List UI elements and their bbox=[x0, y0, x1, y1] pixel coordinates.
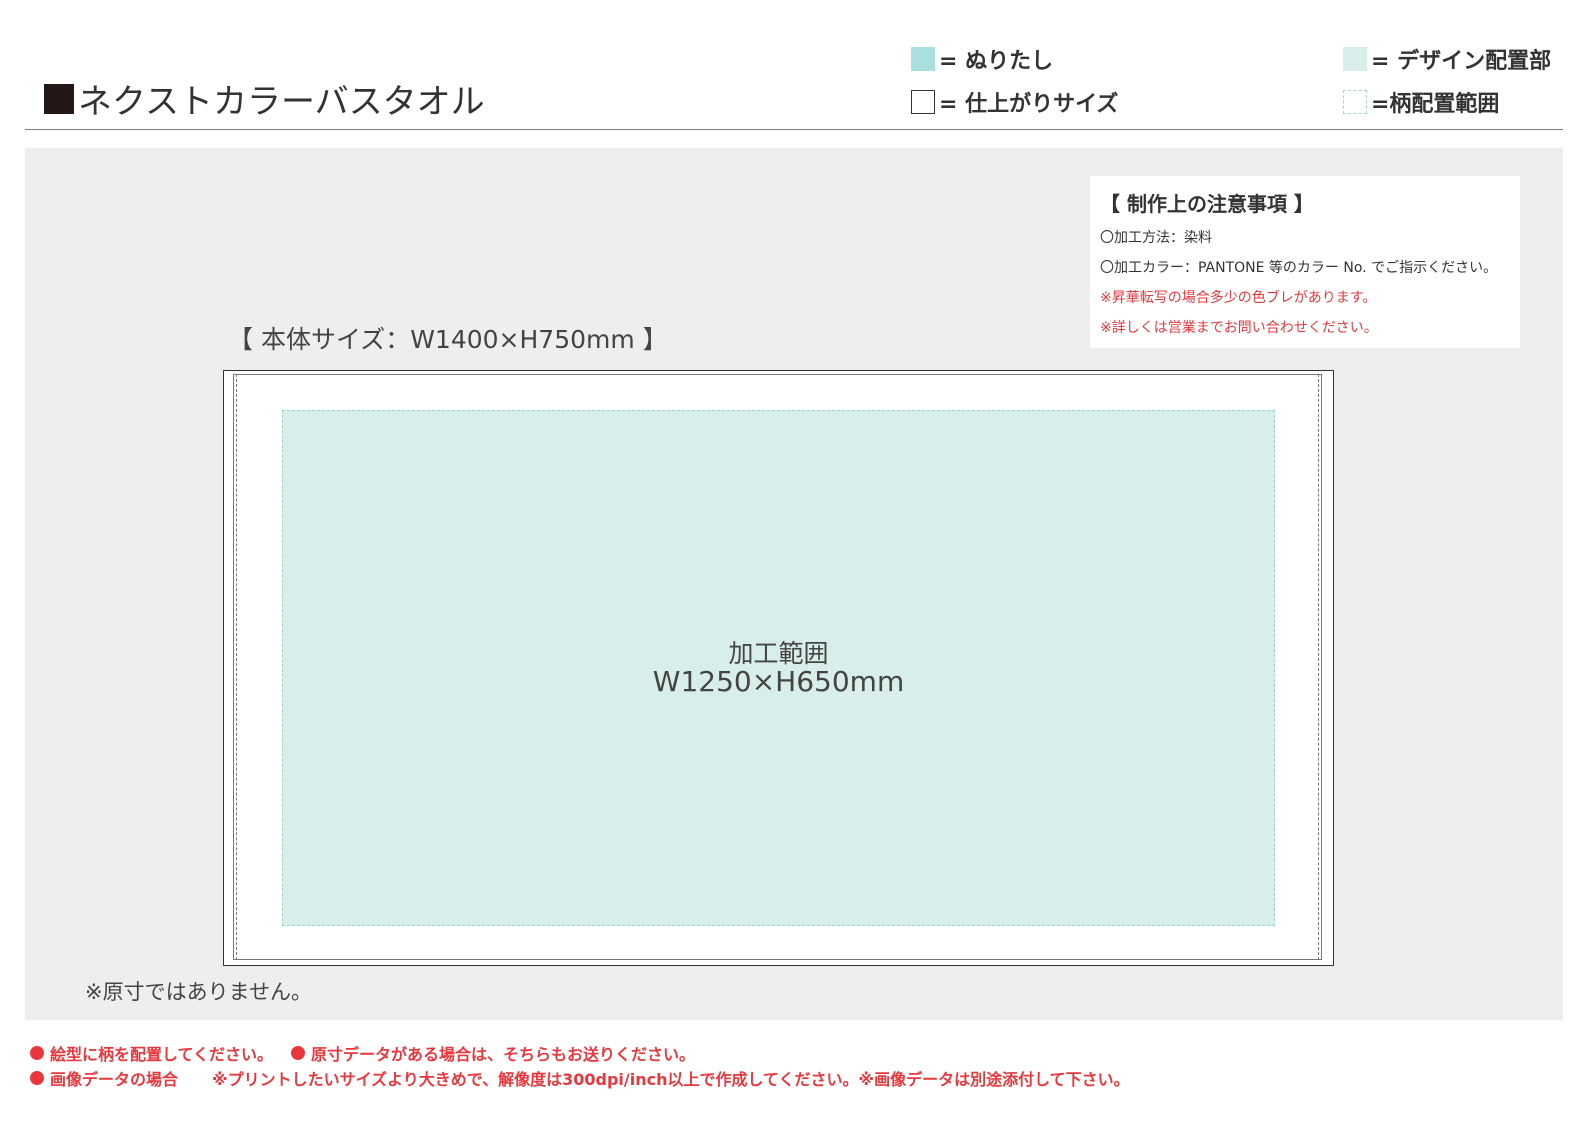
design-area-size: W1250×H650mm bbox=[652, 664, 905, 698]
footer-line-2: 画像データの場合 ※プリントしたいサイズより大きめで、解像度は300dpi/in… bbox=[30, 1066, 1130, 1090]
footer-instruction-original-data: 原寸データがある場合は、そちらもお送りください。 bbox=[311, 1045, 696, 1064]
notes-line-method: 〇加工方法：染料 bbox=[1100, 230, 1212, 246]
design-area[interactable]: 加工範囲 W1250×H650mm bbox=[282, 410, 1275, 926]
page-title: ネクストカラーバスタオル bbox=[44, 74, 485, 123]
legend-bleed: = ぬりたし bbox=[911, 43, 1053, 75]
bullet-icon bbox=[30, 1071, 44, 1085]
legend-bleed-label: = ぬりたし bbox=[939, 49, 1054, 74]
page-title-text: ネクストカラーバスタオル bbox=[78, 82, 485, 122]
bullet-icon bbox=[291, 1046, 306, 1060]
design-area-label: 加工範囲 bbox=[728, 638, 829, 668]
notes-title: 【 制作上の注意事項 】 bbox=[1100, 192, 1314, 216]
header-divider bbox=[25, 129, 1563, 130]
notes-line-color: 〇加工カラー：PANTONE 等のカラー No. でご指示ください。 bbox=[1100, 260, 1498, 276]
production-notes: 【 制作上の注意事項 】 〇加工方法：染料 〇加工カラー：PANTONE 等のカ… bbox=[1090, 176, 1520, 348]
design-area-swatch-icon bbox=[1343, 47, 1367, 71]
footer-image-data-instruction: ※プリントしたいサイズより大きめで、解像度は300dpi/inch以上で作成して… bbox=[212, 1070, 1130, 1089]
legend-design-area-label: = デザイン配置部 bbox=[1371, 49, 1552, 74]
legend-design-area: = デザイン配置部 bbox=[1343, 43, 1551, 75]
footer-line-1: 絵型に柄を配置してください。 原寸データがある場合は、そちらもお送りください。 bbox=[30, 1041, 695, 1065]
body-size-label: 【 本体サイズ：W1400×H750mm 】 bbox=[228, 325, 668, 354]
notes-line-color-warning: ※昇華転写の場合多少の色ブレがあります。 bbox=[1100, 290, 1377, 306]
pattern-range-swatch-icon bbox=[1343, 90, 1367, 114]
bullet-icon bbox=[30, 1046, 44, 1060]
footer-image-data-label: 画像データの場合 bbox=[50, 1070, 179, 1089]
legend-finish-size: = 仕上がりサイズ bbox=[911, 86, 1118, 118]
legend-pattern-range-label: =柄配置範囲 bbox=[1371, 92, 1500, 117]
scale-note: ※原寸ではありません。 bbox=[85, 980, 312, 1004]
towel-hem-left bbox=[236, 374, 237, 960]
legend-pattern-range: =柄配置範囲 bbox=[1343, 86, 1499, 118]
notes-line-contact: ※詳しくは営業までお問い合わせください。 bbox=[1100, 320, 1378, 336]
footer-instruction-placement: 絵型に柄を配置してください。 bbox=[50, 1045, 274, 1064]
bleed-swatch-icon bbox=[911, 47, 935, 71]
title-square-icon bbox=[44, 83, 74, 114]
finish-size-swatch-icon bbox=[911, 90, 935, 114]
legend-finish-size-label: = 仕上がりサイズ bbox=[939, 92, 1119, 117]
towel-hem-right bbox=[1318, 374, 1319, 960]
